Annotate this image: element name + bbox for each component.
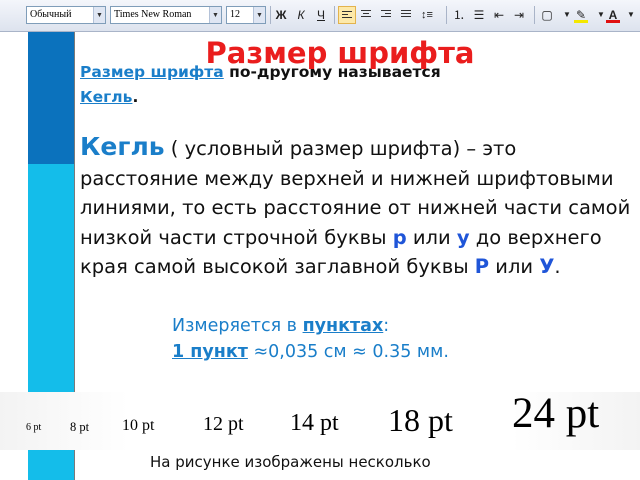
formatting-toolbar: Обычный ▼ Times New Roman ▼ 12 ▼ Ж К Ч ↕… [0, 0, 640, 32]
underline-button[interactable]: Ч [312, 6, 330, 24]
sample-8pt: 8 pt [70, 420, 90, 434]
font-color-swatch [606, 20, 620, 23]
measure-colon: : [383, 316, 390, 336]
intro-end: . [132, 88, 139, 106]
sample-18pt: 18 pt [388, 402, 453, 438]
sample-12pt: 12 pt [203, 413, 244, 435]
letter-u-lower: у [456, 225, 470, 249]
term-kegl-link[interactable]: Кегль [80, 88, 132, 106]
bulleted-list-button[interactable]: ☰ [470, 6, 488, 24]
align-center-icon [361, 10, 371, 19]
sample-6pt: 6 pt [26, 422, 42, 433]
justify-button[interactable] [398, 6, 416, 24]
borders-icon: ▢ [541, 8, 553, 22]
slide-title: Размер шрифта [205, 36, 475, 70]
measurement-note: Измеряется в пунктах: 1 пункт ≈0,035 см ≈… [172, 313, 532, 365]
letter-r-upper: Р [474, 255, 490, 278]
caption: На рисунке изображены несколько [150, 453, 431, 471]
borders-button[interactable]: ▢ [538, 6, 556, 24]
numbered-list-button[interactable]: ⒈ [450, 6, 468, 24]
toolbar-separator [270, 6, 271, 24]
toolbar-separator [334, 6, 335, 24]
definition-or-2: или [489, 255, 540, 278]
sample-10pt: 10 pt [122, 417, 155, 434]
numbered-list-icon: ⒈ [452, 8, 465, 22]
font-family-select[interactable]: Times New Roman ▼ [110, 6, 222, 24]
decrease-indent-icon: ⇤ [493, 8, 505, 22]
chevron-down-icon[interactable]: ▼ [253, 7, 265, 23]
chevron-down-icon[interactable]: ▼ [93, 7, 105, 23]
font-size-samples: 6 pt 8 pt 10 pt 12 pt 14 pt 18 pt 24 pt [0, 390, 640, 450]
line-spacing-button[interactable]: ↕≡ [418, 6, 436, 24]
one-point-label: 1 пункт [172, 342, 248, 362]
definition-or-1: или [406, 225, 457, 249]
align-right-button[interactable] [378, 6, 396, 24]
align-left-icon [342, 11, 352, 20]
style-select[interactable]: Обычный ▼ [26, 6, 106, 24]
bulleted-list-icon: ☰ [473, 8, 485, 22]
slide-band-dark [28, 32, 74, 164]
font-size-value: 12 [230, 9, 240, 20]
increase-indent-button[interactable]: ⇥ [510, 6, 528, 24]
toolbar-separator [534, 6, 535, 24]
definition-end: . [554, 255, 561, 278]
align-center-button[interactable] [358, 6, 376, 24]
highlight-color-swatch [574, 20, 588, 23]
measure-unit: пунктах [302, 316, 384, 336]
decrease-indent-button[interactable]: ⇤ [490, 6, 508, 24]
highlight-button[interactable]: ✎ [572, 6, 590, 24]
point-equivalent: ≈0,035 см ≈ 0.35 мм. [247, 342, 449, 362]
letter-r-lower: р [392, 225, 407, 249]
align-right-icon [381, 10, 391, 19]
italic-button[interactable]: К [292, 6, 310, 24]
definition-paragraph: Кегль ( условный размер шрифта) – это ра… [80, 132, 632, 282]
sample-14pt: 14 pt [290, 410, 339, 436]
bold-button[interactable]: Ж [272, 6, 290, 24]
font-color-button[interactable]: A [604, 6, 622, 24]
justify-icon [401, 10, 411, 19]
sample-24pt: 24 pt [512, 390, 600, 437]
font-size-select[interactable]: 12 ▼ [226, 6, 266, 24]
letter-u-upper: У [539, 255, 555, 278]
chevron-down-icon[interactable]: ▼ [624, 6, 638, 24]
font-family-value: Times New Roman [114, 9, 192, 20]
style-select-value: Обычный [30, 9, 72, 20]
toolbar-separator [446, 6, 447, 24]
measure-prefix: Измеряется в [172, 316, 303, 336]
increase-indent-icon: ⇥ [513, 8, 525, 22]
line-spacing-icon: ↕≡ [421, 9, 433, 21]
chevron-down-icon[interactable]: ▼ [209, 7, 221, 23]
definition-term: Кегль [80, 132, 165, 161]
align-left-button[interactable] [338, 6, 356, 24]
